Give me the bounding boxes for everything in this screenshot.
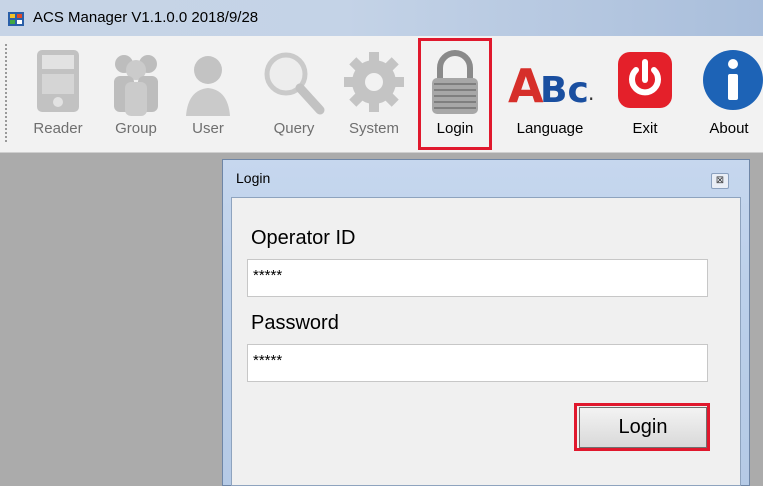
toolbar-system-button[interactable]: System	[338, 36, 410, 152]
group-icon	[114, 55, 158, 116]
toolbar-query-button[interactable]: Query	[258, 36, 330, 152]
svg-text:.: .	[588, 81, 594, 105]
toolbar-about-button[interactable]: About	[695, 36, 763, 152]
operator-id-field[interactable]: *****	[247, 259, 708, 297]
magnifier-icon	[264, 52, 325, 115]
toolbar: Reader Group User Query System Login A B…	[0, 36, 763, 153]
reader-icon	[37, 50, 79, 112]
login-button-highlight-box	[574, 403, 710, 451]
toolbar-group-label: Group	[115, 120, 157, 137]
gear-icon	[344, 52, 404, 112]
toolbar-system-label: System	[348, 120, 399, 137]
app-icon	[8, 12, 24, 26]
toolbar-user-button[interactable]: User	[180, 36, 236, 152]
toolbar-exit-button[interactable]: Exit	[614, 36, 676, 152]
title-bar: ACS Manager V1.1.0.0 2018/9/28	[0, 0, 763, 36]
svg-text:Bc: Bc	[540, 70, 589, 111]
password-field[interactable]: *****	[247, 344, 708, 382]
toolbar-grip[interactable]	[5, 44, 7, 144]
window-title: ACS Manager V1.1.0.0 2018/9/28	[33, 9, 259, 26]
toolbar-reader-button[interactable]: Reader	[24, 36, 92, 152]
toolbar-query-label: Query	[273, 120, 315, 137]
toolbar-language-button[interactable]: A Bc . Language	[500, 36, 600, 152]
toolbar-about-label: About	[709, 120, 749, 137]
svg-text:A: A	[508, 59, 544, 113]
toolbar-exit-label: Exit	[632, 120, 658, 137]
power-icon	[618, 52, 672, 108]
toolbar-language-label: Language	[516, 120, 584, 137]
toolbar-reader-label: Reader	[33, 120, 83, 137]
toolbar-group-button[interactable]: Group	[102, 36, 170, 152]
password-label: Password	[251, 312, 339, 334]
close-icon[interactable]: ⊠	[711, 173, 729, 189]
login-highlight-box	[418, 38, 492, 150]
info-icon	[703, 50, 763, 110]
user-icon	[186, 56, 230, 116]
operator-id-label: Operator ID	[251, 227, 356, 249]
dialog-title: Login	[236, 170, 271, 186]
abc-icon: A Bc .	[508, 59, 594, 113]
toolbar-user-label: User	[192, 120, 224, 137]
